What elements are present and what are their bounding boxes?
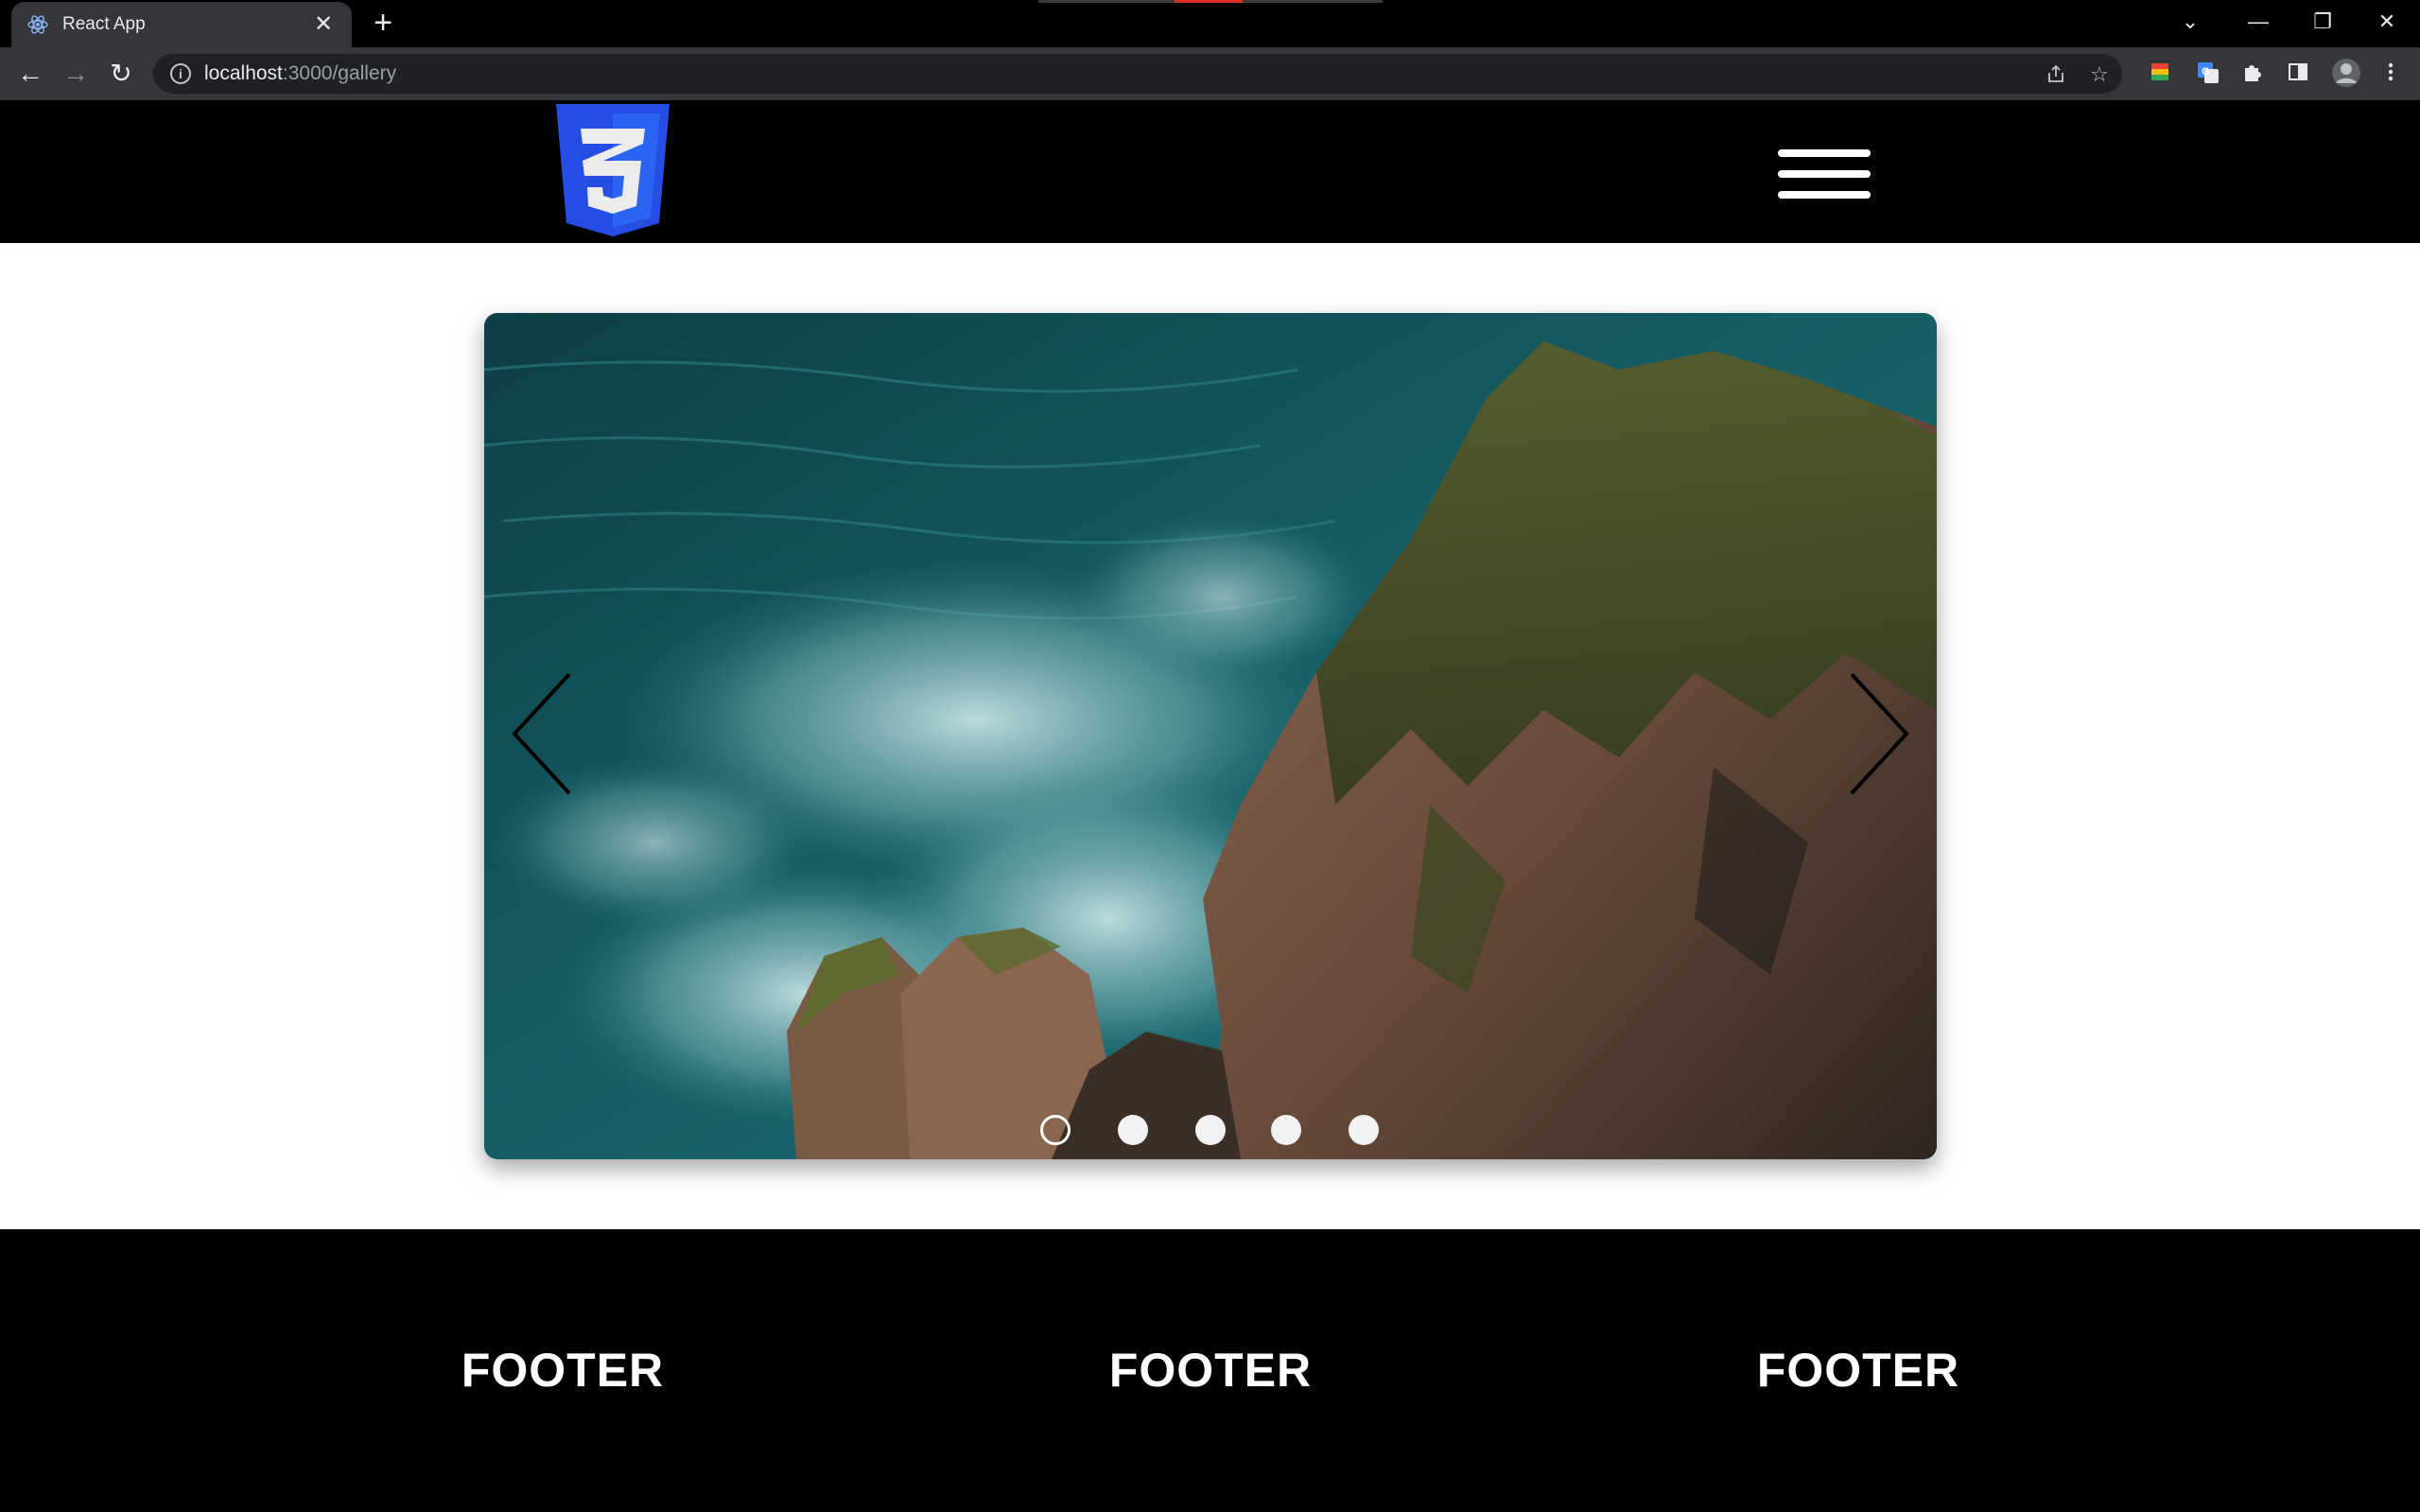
site-footer: FOOTER FOOTER FOOTER xyxy=(0,1229,2420,1512)
side-panel-icon[interactable] xyxy=(2287,61,2311,85)
forward-button[interactable]: → xyxy=(57,55,95,93)
site-info-icon[interactable]: i xyxy=(170,63,191,84)
tab-strip: React App ✕ + ⌄ — ❐ ✕ xyxy=(0,0,2420,47)
profile-avatar-icon[interactable] xyxy=(2330,57,2362,89)
slide-dot-3[interactable] xyxy=(1195,1115,1226,1145)
browser-toolbar: ← → ↻ i localhost:3000/gallery ☆ G xyxy=(0,47,2420,100)
gallery-page xyxy=(0,243,2420,1229)
address-bar[interactable]: i localhost:3000/gallery ☆ xyxy=(153,54,2122,94)
menu-kebab-icon[interactable] xyxy=(2379,61,2404,85)
extension-color-icon[interactable] xyxy=(2149,61,2173,85)
tab-react-app[interactable]: React App ✕ xyxy=(11,2,352,47)
back-button[interactable]: ← xyxy=(11,55,49,93)
reload-button[interactable]: ↻ xyxy=(102,55,140,93)
chevron-right-icon[interactable] xyxy=(1838,670,1914,797)
slide-dot-5[interactable] xyxy=(1349,1115,1379,1145)
browser-chrome: React App ✕ + ⌄ — ❐ ✕ ← → ↻ i localhost:… xyxy=(0,0,2420,100)
restore-button[interactable]: ❐ xyxy=(2300,6,2345,38)
chevron-left-icon[interactable] xyxy=(507,670,583,797)
slide-dot-2[interactable] xyxy=(1118,1115,1148,1145)
url-path: :3000/gallery xyxy=(282,62,397,84)
hamburger-menu-icon[interactable] xyxy=(1778,144,1871,204)
tab-title: React App xyxy=(62,14,146,34)
close-window-button[interactable]: ✕ xyxy=(2364,6,2410,38)
footer-heading-3: FOOTER xyxy=(1756,1344,1960,1397)
slide-dot-4[interactable] xyxy=(1271,1115,1301,1145)
extensions-puzzle-icon[interactable] xyxy=(2241,61,2266,85)
slide-indicators xyxy=(484,1113,1937,1147)
footer-heading-1: FOOTER xyxy=(461,1344,665,1397)
footer-heading-2: FOOTER xyxy=(1108,1344,1313,1397)
ocean-cliff-photo xyxy=(484,313,1937,1159)
translate-icon[interactable]: G xyxy=(2196,61,2220,85)
tab-close-icon[interactable]: ✕ xyxy=(310,11,337,38)
site-header xyxy=(0,100,2420,243)
window-indicator xyxy=(1038,0,1383,3)
image-slider xyxy=(484,313,1937,1159)
react-favicon-icon xyxy=(26,13,49,36)
new-tab-button[interactable]: + xyxy=(367,7,399,40)
share-icon[interactable] xyxy=(2045,63,2067,86)
tab-search-icon[interactable]: ⌄ xyxy=(2168,6,2213,38)
bookmark-star-icon[interactable]: ☆ xyxy=(2088,63,2111,86)
url-host: localhost xyxy=(204,62,283,84)
minimize-button[interactable]: — xyxy=(2236,6,2281,38)
css3-logo[interactable] xyxy=(554,104,671,238)
slide-dot-1[interactable] xyxy=(1040,1115,1071,1145)
svg-text:G: G xyxy=(2202,66,2210,78)
